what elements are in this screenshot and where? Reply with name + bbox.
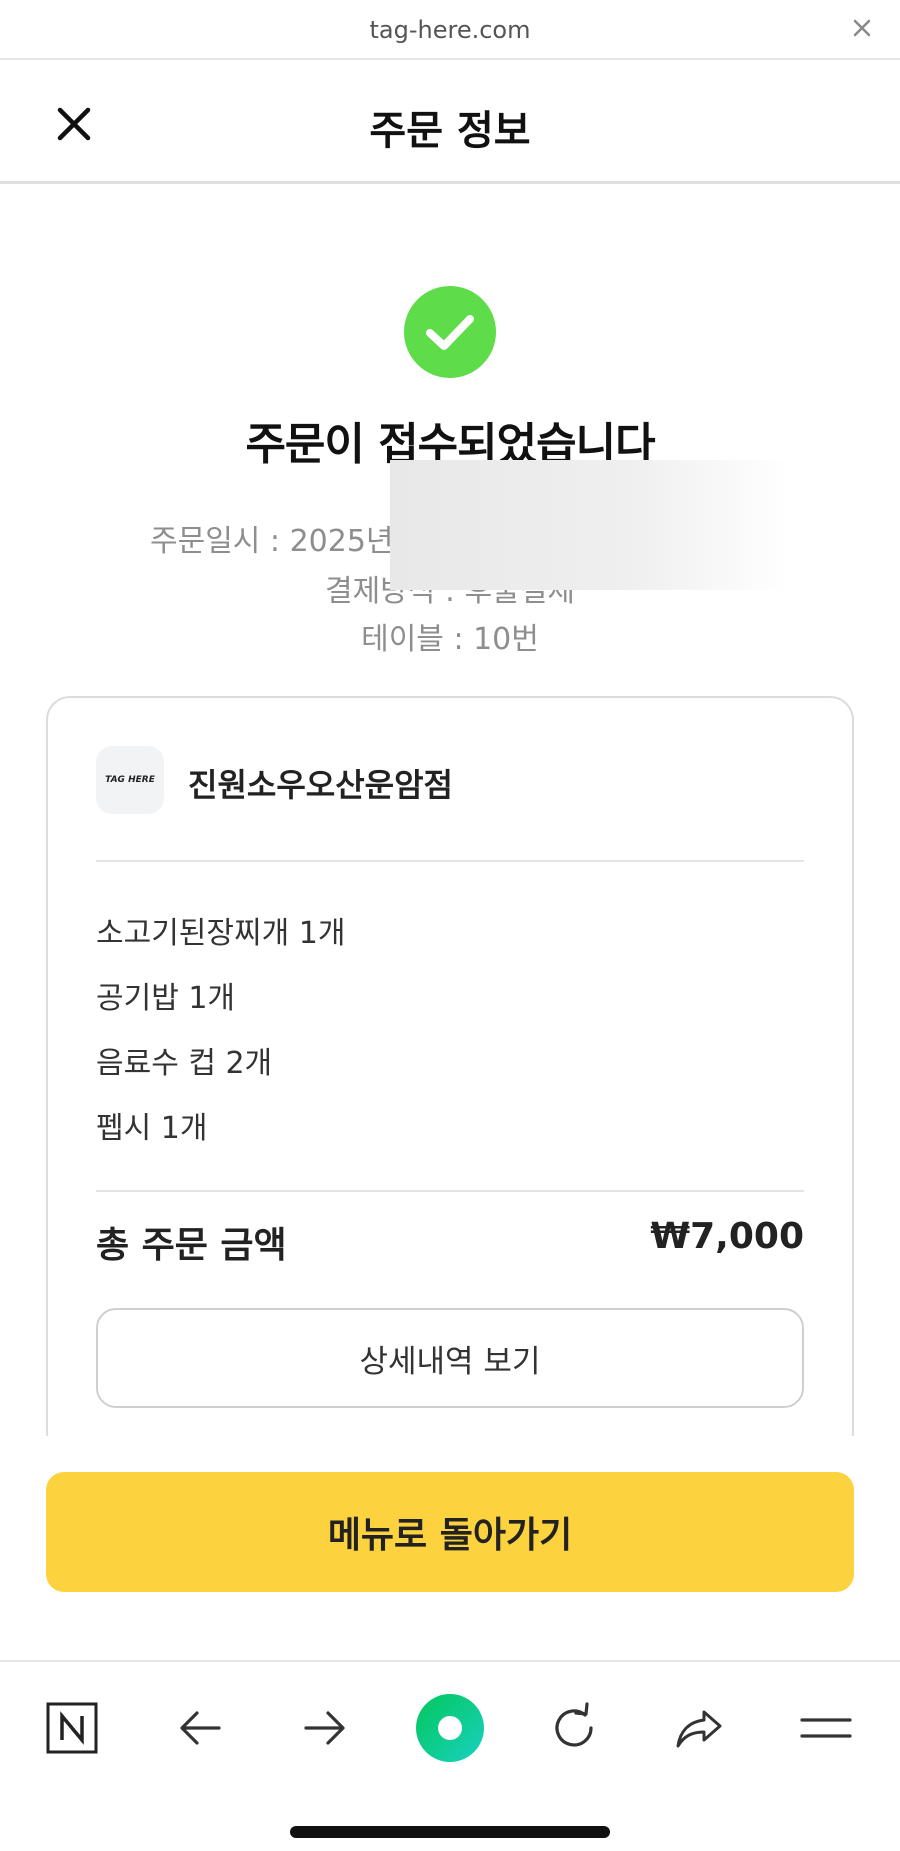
refresh-icon[interactable]: [538, 1692, 610, 1764]
browser-url-bar: tag-here.com: [0, 0, 900, 60]
order-item-list: 소고기된장찌개 1개 공기밥 1개 음료수 컵 2개 펩시 1개: [96, 908, 345, 1168]
back-to-menu-button[interactable]: 메뉴로 돌아가기: [46, 1472, 854, 1592]
order-item: 소고기된장찌개 1개: [96, 916, 346, 951]
forward-arrow-icon[interactable]: [289, 1692, 361, 1764]
order-item: 음료수 컵 2개: [96, 1046, 273, 1081]
store-logo-text: TAG HERE: [105, 775, 155, 785]
naver-home-icon[interactable]: [36, 1692, 108, 1764]
green-dot-icon[interactable]: [414, 1692, 486, 1764]
page-header: 주문 정보: [0, 60, 900, 184]
order-card: TAG HERE 진원소우오산운암점 소고기된장찌개 1개 공기밥 1개 음료수…: [46, 696, 854, 1456]
back-arrow-icon[interactable]: [164, 1692, 236, 1764]
divider: [96, 1190, 804, 1192]
check-circle-icon: [404, 286, 496, 378]
bottom-action-area: 메뉴로 돌아가기: [0, 1436, 900, 1660]
table-number: 테이블 : 10번: [361, 622, 539, 657]
redaction-blur: [390, 460, 790, 590]
total-amount: ₩7,000: [650, 1216, 804, 1257]
share-icon[interactable]: [664, 1692, 736, 1764]
view-details-button[interactable]: 상세내역 보기: [96, 1308, 804, 1408]
total-label: 총 주문 금액: [96, 1225, 287, 1266]
home-indicator: [290, 1826, 610, 1838]
close-icon[interactable]: [848, 14, 876, 42]
url-text: tag-here.com: [369, 16, 531, 44]
store-logo: TAG HERE: [96, 746, 164, 814]
page-title: 주문 정보: [369, 108, 531, 154]
menu-icon[interactable]: [790, 1692, 862, 1764]
store-name: 진원소우오산운암점: [188, 766, 453, 804]
divider: [96, 860, 804, 862]
order-item: 공기밥 1개: [96, 981, 236, 1016]
browser-toolbar: [0, 1660, 900, 1851]
order-item: 펩시 1개: [96, 1111, 208, 1146]
